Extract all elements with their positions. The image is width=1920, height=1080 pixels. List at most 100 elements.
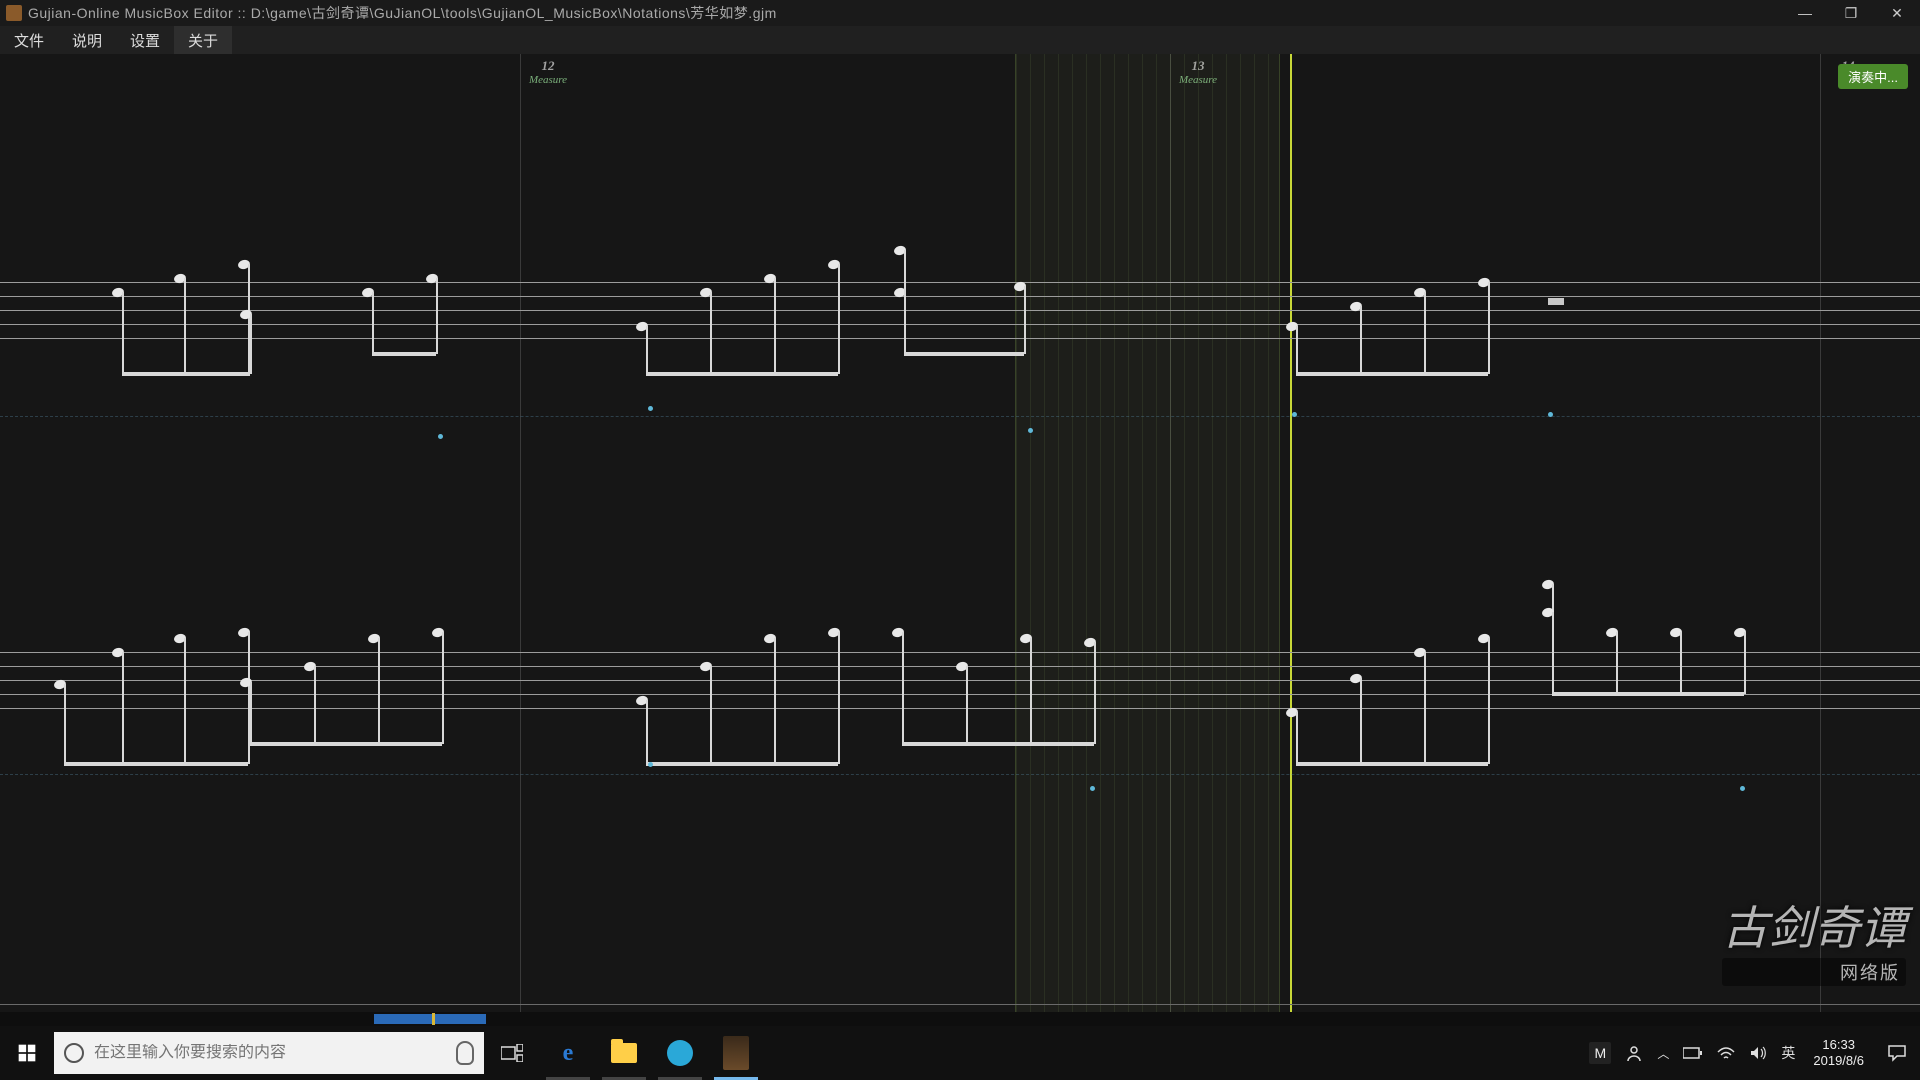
note-stem	[1744, 632, 1746, 694]
note-beam	[372, 352, 436, 356]
note-stem	[378, 638, 380, 744]
cortana-icon	[64, 1043, 84, 1063]
velocity-marker[interactable]	[648, 406, 653, 411]
note-stem	[1024, 286, 1026, 354]
windows-icon	[17, 1043, 37, 1063]
note-stem	[64, 684, 66, 764]
note-stem	[904, 250, 906, 354]
ime-language[interactable]: 英	[1781, 1043, 1795, 1063]
note-stem	[1030, 638, 1032, 744]
note-stem	[774, 278, 776, 374]
menu-help[interactable]: 说明	[58, 26, 116, 54]
note-stem	[250, 682, 252, 744]
note-stem	[1488, 282, 1490, 374]
action-center-button[interactable]	[1874, 1026, 1920, 1080]
note-stem	[1360, 678, 1362, 764]
note-stem	[184, 638, 186, 764]
note-beam	[64, 762, 248, 766]
note-stem	[966, 666, 968, 744]
note-beam	[1296, 372, 1488, 376]
mic-icon[interactable]	[456, 1041, 474, 1065]
volume-icon[interactable]	[1749, 1045, 1767, 1061]
velocity-marker[interactable]	[1292, 412, 1297, 417]
close-button[interactable]: ✕	[1874, 0, 1920, 26]
menu-settings[interactable]: 设置	[116, 26, 174, 54]
note-stem	[250, 314, 252, 374]
menu-about[interactable]: 关于	[174, 26, 232, 54]
velocity-marker[interactable]	[1740, 786, 1745, 791]
task-view-button[interactable]	[484, 1026, 540, 1080]
note-stem	[436, 278, 438, 354]
velocity-marker[interactable]	[1028, 428, 1033, 433]
note-stem	[1552, 612, 1554, 694]
note-stem	[902, 632, 904, 744]
start-button[interactable]	[0, 1026, 54, 1080]
note-stem	[122, 652, 124, 764]
note-stem	[1360, 306, 1362, 374]
taskbar-app-blue[interactable]	[652, 1026, 708, 1080]
note-stem	[1296, 326, 1298, 374]
maximize-button[interactable]: ❐	[1828, 0, 1874, 26]
circle-icon	[667, 1040, 693, 1066]
tray-chevron-icon[interactable]: ︿	[1657, 1045, 1669, 1062]
minimize-button[interactable]: —	[1782, 0, 1828, 26]
note-beam	[904, 352, 1024, 356]
app-icon	[6, 5, 22, 21]
rest	[1548, 298, 1564, 305]
wifi-icon[interactable]	[1717, 1046, 1735, 1060]
note-beam	[1552, 692, 1744, 696]
score-canvas[interactable]: 12Measure 13Measure 14 演奏中... 古剑奇谭 网络版	[0, 54, 1920, 1026]
taskbar: e M ︿ 英 16:332019/8/6	[0, 1026, 1920, 1080]
taskbar-app-explorer[interactable]	[596, 1026, 652, 1080]
note-beam	[1296, 762, 1488, 766]
note-stem	[1616, 632, 1618, 694]
note-stem	[838, 632, 840, 764]
folder-icon	[611, 1043, 637, 1063]
note-stem	[1424, 292, 1426, 374]
note-stem	[1094, 642, 1096, 744]
taskbar-clock[interactable]: 16:332019/8/6	[1803, 1037, 1874, 1070]
notes-layer	[0, 54, 1920, 1026]
system-tray: M ︿ 英	[1581, 1042, 1803, 1064]
note-stem	[774, 638, 776, 764]
velocity-marker[interactable]	[648, 762, 653, 767]
menu-file[interactable]: 文件	[0, 26, 58, 54]
note-stem	[184, 278, 186, 374]
note-stem	[372, 292, 374, 354]
note-stem	[1296, 712, 1298, 764]
note-stem	[1424, 652, 1426, 764]
note-stem	[1680, 632, 1682, 694]
velocity-marker[interactable]	[1548, 412, 1553, 417]
taskbar-search[interactable]	[54, 1032, 484, 1074]
search-input[interactable]	[94, 1044, 456, 1062]
note-stem	[710, 292, 712, 374]
notification-icon	[1887, 1044, 1907, 1062]
note-stem	[1488, 638, 1490, 764]
velocity-marker[interactable]	[1090, 786, 1095, 791]
note-stem	[710, 666, 712, 764]
note-stem	[314, 666, 316, 744]
scrollbar-thumb[interactable]	[374, 1014, 486, 1024]
window-title: Gujian-Online MusicBox Editor :: D:\game…	[28, 3, 1782, 23]
note-stem	[646, 326, 648, 374]
battery-icon[interactable]	[1683, 1046, 1703, 1060]
people-icon[interactable]	[1625, 1044, 1643, 1062]
note-beam	[902, 742, 1094, 746]
note-beam	[646, 762, 838, 766]
scrollbar-playhead-marker	[432, 1013, 435, 1025]
note-stem	[646, 700, 648, 764]
note-stem	[442, 632, 444, 744]
playing-badge: 演奏中...	[1838, 64, 1908, 89]
horizontal-scrollbar[interactable]	[0, 1012, 1920, 1026]
title-bar: Gujian-Online MusicBox Editor :: D:\game…	[0, 0, 1920, 26]
note-beam	[250, 742, 442, 746]
velocity-marker[interactable]	[438, 434, 443, 439]
note-stem	[122, 292, 124, 374]
note-beam	[122, 372, 250, 376]
note-beam	[646, 372, 838, 376]
taskbar-app-edge[interactable]: e	[540, 1026, 596, 1080]
taskbar-app-musicbox[interactable]	[708, 1026, 764, 1080]
musicbox-icon	[723, 1036, 749, 1070]
ime-mode[interactable]: M	[1589, 1042, 1611, 1064]
watermark: 古剑奇谭 网络版	[1722, 892, 1906, 986]
